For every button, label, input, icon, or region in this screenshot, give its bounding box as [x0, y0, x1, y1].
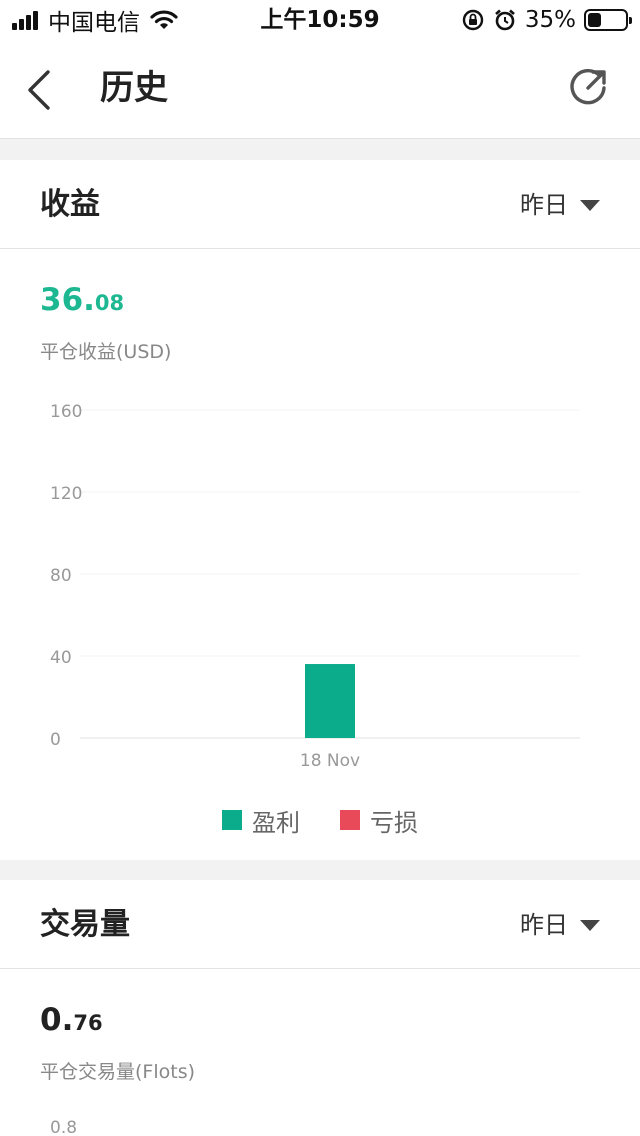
- caret-down-icon: [580, 919, 600, 931]
- status-right: 35%: [461, 6, 632, 34]
- back-icon[interactable]: [22, 68, 58, 112]
- y-tick-label: 80: [50, 566, 72, 586]
- y-tick-label: 120: [50, 484, 82, 504]
- volume-period-dropdown[interactable]: 昨日: [520, 908, 600, 942]
- profit-value-int: 36.: [40, 282, 95, 318]
- y-tick-label: 160: [50, 402, 82, 422]
- profit-header: 收益 昨日: [0, 160, 640, 249]
- profit-section: 收益 昨日 36.08 平仓收益(USD) 0 40 80 120 160 18 Nov …: [0, 160, 640, 860]
- legend-label-profit: 盈利: [252, 808, 300, 837]
- profit-title: 收益: [40, 187, 100, 222]
- legend-swatch-loss: [340, 810, 360, 830]
- y-tick-label: 0: [50, 730, 61, 750]
- x-tick-label: 18 Nov: [300, 751, 360, 771]
- legend-label-loss: 亏损: [370, 808, 418, 837]
- volume-section: 交易量 昨日 0.76 平仓交易量(Flots) 0.8: [0, 880, 640, 1136]
- caret-down-icon: [580, 199, 600, 211]
- y-tick-label: 40: [50, 648, 72, 668]
- profit-value-label: 平仓收益(USD): [40, 341, 172, 363]
- legend-item-profit[interactable]: 盈利: [222, 803, 300, 838]
- status-bar: 中国电信 上午10:59 35%: [0, 0, 640, 40]
- profit-period-dropdown[interactable]: 昨日: [520, 188, 600, 222]
- volume-value: 0.76: [40, 1002, 103, 1038]
- battery-percent: 35%: [524, 7, 576, 33]
- battery-level-fill: [588, 13, 601, 27]
- profit-chart: 0 40 80 120 160 18 Nov: [50, 402, 580, 771]
- volume-value-int: 0.: [40, 1002, 74, 1038]
- rotation-lock-icon: [462, 9, 484, 31]
- volume-header: 交易量 昨日: [0, 880, 640, 969]
- bar-18-nov[interactable]: [305, 664, 355, 738]
- history-page: 中国电信 上午10:59 35% 历史 收益 昨日 36.08 平仓收益(USD…: [0, 0, 640, 1136]
- volume-value-label: 平仓交易量(Flots): [40, 1061, 196, 1083]
- chart-legend: 盈利 亏损: [0, 803, 640, 838]
- profit-value: 36.08: [40, 282, 124, 318]
- nav-bar: 历史: [0, 40, 640, 139]
- refresh-icon[interactable]: [566, 66, 610, 110]
- profit-value-dec: 08: [94, 291, 125, 315]
- alarm-icon: [495, 9, 515, 31]
- battery-icon: [584, 9, 632, 31]
- volume-period-label: 昨日: [520, 911, 568, 939]
- profit-period-label: 昨日: [520, 191, 568, 219]
- legend-item-loss[interactable]: 亏损: [340, 803, 418, 838]
- volume-chart-tick: 0.8: [50, 1118, 78, 1136]
- volume-value-dec: 76: [73, 1011, 103, 1035]
- legend-swatch-profit: [222, 810, 242, 830]
- volume-title: 交易量: [40, 907, 130, 942]
- page-title: 历史: [100, 68, 168, 108]
